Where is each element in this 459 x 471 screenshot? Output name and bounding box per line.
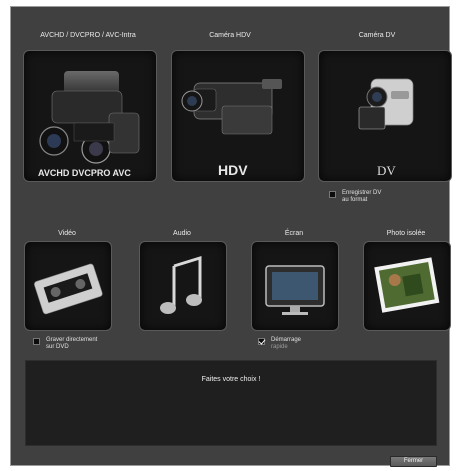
record-dv-format-label-line1: Enregistrer DV — [342, 190, 382, 196]
dv-logo-text: DV — [377, 163, 396, 178]
source-tile-photo[interactable] — [363, 241, 451, 331]
music-note-icon — [160, 255, 202, 314]
source-label-photo: Photo isolée — [386, 230, 426, 237]
fast-startup-label-line1: Démarrage — [271, 337, 302, 343]
burn-dvd-checkbox[interactable] — [33, 338, 40, 345]
vhs-tape-icon — [34, 263, 103, 315]
burn-dvd-option[interactable]: Graver directement sur DVD — [33, 337, 97, 351]
avchd-camcorder-icon: AVCHD DVCPRO AVC — [38, 71, 140, 178]
hdv-logo-text: HDV — [218, 162, 248, 178]
source-tile-avchd[interactable]: AVCHD DVCPRO AVC — [23, 50, 157, 182]
capture-source-dialog: AVCHD / DVCPRO / AVC-Intra Caméra HDV Ca… — [10, 6, 452, 467]
source-tile-dv[interactable]: DV — [318, 50, 452, 182]
close-button[interactable]: Fermer — [390, 456, 437, 467]
burn-dvd-label-line1: Graver directement — [46, 337, 98, 343]
record-dv-format-checkbox[interactable] — [329, 191, 336, 198]
status-message: Faites votre choix ! — [201, 376, 261, 383]
fast-startup-label-line2: rapide — [271, 344, 288, 350]
source-tile-screen[interactable] — [251, 241, 339, 331]
source-label-video: Vidéo — [58, 230, 76, 237]
record-dv-format-label-line2: au format — [342, 197, 368, 203]
source-label-avchd: AVCHD / DVCPRO / AVC-Intra — [40, 32, 136, 39]
source-label-audio: Audio — [173, 230, 191, 237]
message-panel: Faites votre choix ! — [25, 360, 437, 446]
photo-icon — [374, 257, 440, 313]
monitor-icon — [265, 265, 325, 315]
source-label-dv: Caméra DV — [358, 32, 396, 39]
source-label-screen: Écran — [284, 230, 304, 237]
source-tile-hdv[interactable]: HDV — [171, 50, 305, 182]
source-label-hdv: Caméra HDV — [209, 32, 251, 39]
fast-startup-option[interactable]: Démarrage rapide — [258, 337, 301, 351]
dv-camera-icon: DV — [358, 78, 414, 178]
hdv-camera-icon: HDV — [181, 79, 282, 178]
source-tile-audio[interactable] — [139, 241, 227, 331]
source-tile-video[interactable] — [24, 241, 112, 331]
avchd-logo-text: AVCHD DVCPRO AVC — [38, 168, 131, 178]
burn-dvd-label-line2: sur DVD — [46, 344, 69, 350]
record-dv-format-option[interactable]: Enregistrer DV au format — [329, 190, 381, 204]
fast-startup-checkbox[interactable] — [258, 338, 265, 345]
